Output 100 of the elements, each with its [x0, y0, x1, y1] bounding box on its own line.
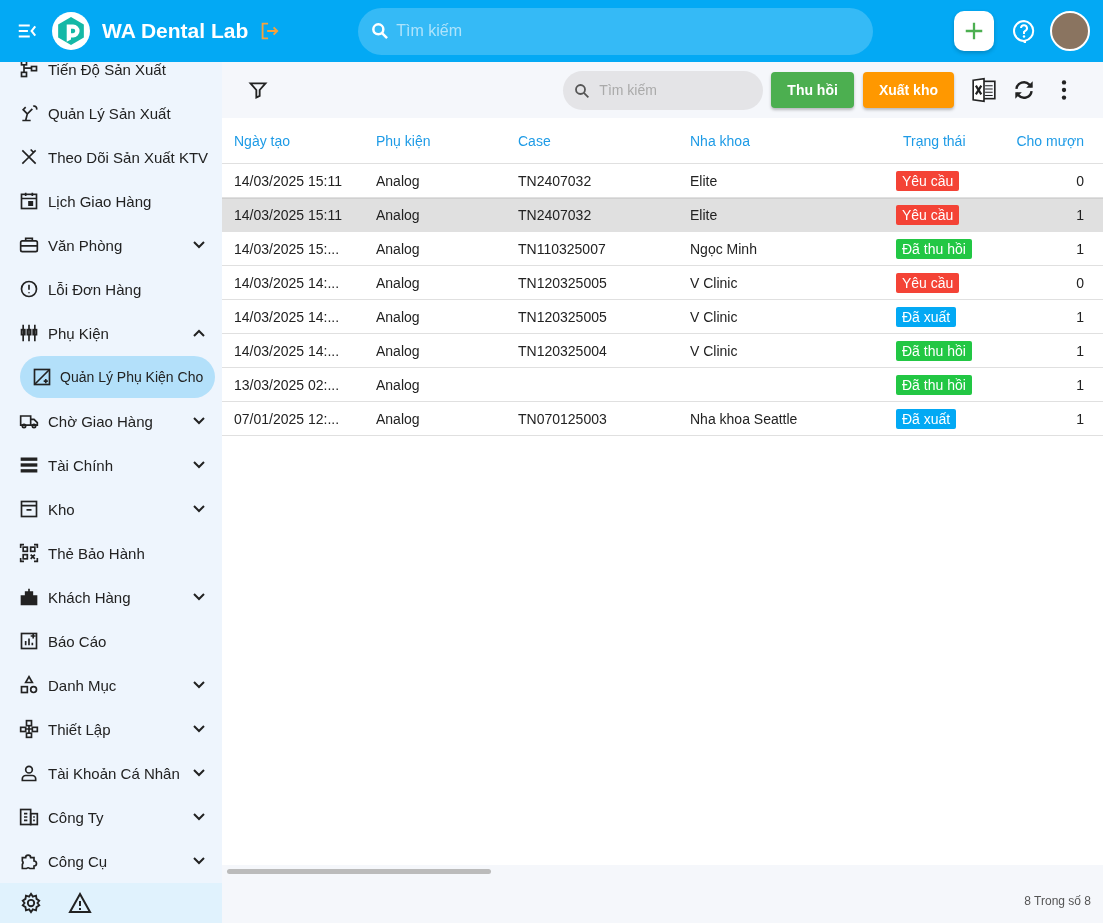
table-cell-text: Ngọc Minh	[690, 240, 758, 257]
sidebar-item[interactable]: Chờ Giao Hàng	[0, 399, 222, 443]
record-count: 8 Trong số 8	[1024, 893, 1091, 908]
table-row[interactable]: 14/03/2025 14:... Analog TN120325005 V Clinic Yêu cầu 0	[222, 266, 1103, 300]
add-button[interactable]	[954, 11, 994, 51]
table-cell-text: Analog	[376, 274, 421, 291]
table-cell-text: Elite	[690, 172, 719, 189]
table-cell-text: 14/03/2025 15:...	[234, 240, 341, 257]
table-cell-text: TN120325004	[518, 342, 608, 359]
filter-icon[interactable]	[248, 80, 268, 100]
sidebar-item[interactable]: Công Ty	[0, 795, 222, 839]
bar-chart-icon	[19, 631, 39, 651]
table-cell-text: 1	[1075, 207, 1085, 223]
sidebar-item[interactable]: Khách Hàng	[0, 575, 222, 619]
sidebar-item[interactable]: Danh Mục	[0, 663, 222, 707]
sidebar-item[interactable]: Phụ Kiện	[0, 311, 222, 355]
tools-icon	[19, 147, 39, 167]
table-cell-text: 1	[1075, 410, 1085, 427]
table-cell-text: V Clinic	[690, 274, 739, 291]
table-cell-text: 1	[1075, 376, 1085, 393]
spreadsheet-icon[interactable]	[971, 77, 997, 103]
table-row[interactable]: 13/03/2025 02:... Analog Đã thu hồi 1	[222, 368, 1103, 402]
table-cell-text: Analog	[376, 308, 421, 325]
sidebar-item[interactable]: Tài Khoản Cá Nhân	[0, 751, 222, 795]
table-row[interactable]: 14/03/2025 15:11 Analog TN2407032 Elite Yêu cầu 1	[222, 198, 1103, 232]
sidebar-item[interactable]: Văn Phòng	[0, 223, 222, 267]
status-tag: Đã thu hồi	[896, 340, 972, 361]
status-tag: Đã thu hồi	[896, 374, 972, 395]
server-icon	[19, 455, 39, 475]
plus-icon	[963, 20, 985, 42]
status-tag: Đã xuất	[896, 306, 957, 327]
table-cell-text: Elite	[690, 207, 719, 223]
table-cell-text: TN110325007	[518, 240, 607, 257]
settings-icon[interactable]	[20, 892, 42, 914]
table-cell-text: 14/03/2025 14:...	[234, 342, 341, 359]
briefcase-icon	[19, 235, 39, 255]
table-row[interactable]: 07/01/2025 12:... Analog TN070125003 Nha khoa Seattle Đã xuất 1	[222, 402, 1103, 436]
status-tag: Yêu cầu	[896, 205, 960, 225]
table-cell-text: TN120325005	[518, 308, 608, 325]
table-cell-text: 1	[1075, 240, 1085, 257]
table-cell-text: 14/03/2025 14:...	[234, 274, 341, 291]
table-cell-text: 14/03/2025 15:11	[234, 172, 343, 189]
table-cell-text: Analog	[376, 342, 421, 359]
table-cell-text: Analog	[376, 207, 421, 223]
sidebar-subitem[interactable]: Quản Lý Phụ Kiện Cho	[20, 356, 215, 398]
table-cell-text: 0	[1075, 274, 1085, 291]
table-cell-text: TN070125003	[518, 410, 608, 427]
search-field[interactable]: Tìm kiếm	[563, 70, 764, 110]
equalizer-icon	[19, 323, 39, 343]
scrollbar-thumb[interactable]	[227, 869, 491, 874]
status-tag: Yêu cầu	[896, 272, 960, 293]
sidebar-item[interactable]: Công Cụ	[0, 839, 222, 883]
flowchart-icon	[19, 62, 39, 79]
table-row[interactable]: 14/03/2025 14:... Analog TN120325005 V Clinic Đã xuất 1	[222, 300, 1103, 334]
sidebar-item[interactable]: Lỗi Đơn Hàng	[0, 267, 222, 311]
shapes-icon	[19, 675, 39, 695]
table-cell-text: 14/03/2025 15:11	[234, 207, 343, 223]
sidebar-item[interactable]: Thiết Lập	[0, 707, 222, 751]
table-row[interactable]: 14/03/2025 14:... Analog TN120325004 V Clinic Đã thu hồi 1	[222, 334, 1103, 368]
sidebar-item[interactable]: Theo Dõi Sản Xuất KTV	[0, 135, 222, 179]
table-cell-text: 0	[1075, 172, 1085, 189]
status-tag: Đã xuất	[896, 408, 957, 429]
table-cell-text: 07/01/2025 12:...	[234, 410, 341, 427]
table-cell-text: TN120325005	[518, 274, 608, 291]
nodes-icon	[19, 719, 39, 739]
sidebar-item[interactable]: Tiến Độ Sản Xuất	[0, 62, 222, 91]
avatar-photo-placeholder[interactable]	[1050, 11, 1090, 51]
help-icon[interactable]	[1012, 19, 1036, 43]
archive-icon	[19, 499, 39, 519]
sidebar-item[interactable]: Lịch Giao Hàng	[0, 179, 222, 223]
table-cell-text: V Clinic	[690, 342, 739, 359]
table-cell-text: Nha khoa Seattle	[690, 410, 799, 427]
table-cell-text: 1	[1075, 342, 1085, 359]
table-cell-text: 14/03/2025 14:...	[234, 308, 341, 325]
qr-code-icon	[19, 543, 39, 563]
user-icon	[19, 763, 39, 783]
table-cell-text: 13/03/2025 02:...	[234, 376, 341, 393]
table-cell-text: TN2407032	[518, 172, 593, 189]
status-tag: Đã thu hồi	[896, 238, 972, 259]
sidebar-item[interactable]: Tài Chính	[0, 443, 222, 487]
table-cell-text: V Clinic	[690, 308, 739, 325]
table-cell-text: TN2407032	[518, 207, 593, 223]
table-cell-text: Analog	[376, 410, 421, 427]
app-title: WA Dental Lab	[102, 19, 249, 43]
search-icon	[370, 20, 391, 41]
status-tag: Yêu cầu	[896, 170, 960, 191]
sidebar-item[interactable]: Báo Cáo	[0, 619, 222, 663]
edit-square-icon	[32, 367, 52, 387]
building-icon	[19, 807, 39, 827]
buildings-icon	[19, 587, 39, 607]
puzzle-icon	[19, 851, 39, 871]
sidebar-item[interactable]: Quản Lý Sản Xuất	[0, 91, 222, 135]
sidebar-item[interactable]: Thẻ Bảo Hành	[0, 531, 222, 575]
calendar-icon	[19, 191, 39, 211]
table-row[interactable]: 14/03/2025 15:... Analog TN110325007 Ngọc Minh Đã thu hồi 1	[222, 232, 1103, 266]
table-cell-text: Analog	[376, 172, 421, 189]
alert-icon	[19, 279, 39, 299]
warning-icon[interactable]	[68, 891, 92, 915]
sidebar-item[interactable]: Kho	[0, 487, 222, 531]
table-cell-text: Analog	[376, 240, 421, 257]
